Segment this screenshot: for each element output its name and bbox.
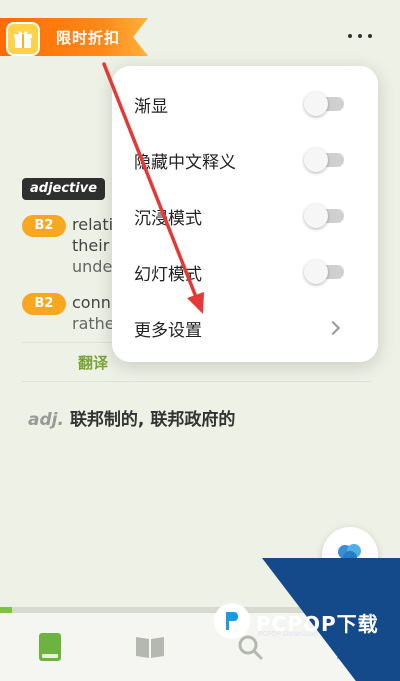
fade-in-toggle[interactable] [304,92,344,116]
promo-label: 限时折扣 [56,29,121,47]
options-menu: 渐显 隐藏中文释义 沉浸模式 幻灯模式 更多设置 [112,66,378,362]
chinese-meaning: adj. 联邦制的, 联邦政府的 [28,405,235,430]
menu-item-label: 隐藏中文释义 [134,152,236,173]
slideshow-toggle[interactable] [304,260,344,284]
meaning-text: 联邦制的, 联邦政府的 [69,410,236,430]
more-options-icon[interactable] [348,28,372,44]
promo-ribbon[interactable]: 限时折扣 [0,18,148,56]
menu-item-label: 沉浸模式 [134,208,202,229]
nav-item-library[interactable] [128,625,172,669]
immersive-toggle[interactable] [304,204,344,228]
level-badge: B2 [22,215,66,237]
tab-translation[interactable]: 翻译 [78,352,108,373]
watermark-logo-icon [214,603,250,639]
part-of-speech-tag: adjective [22,178,106,200]
menu-item-label: 幻灯模式 [134,264,202,285]
menu-item-more-settings[interactable]: 更多设置 [112,300,378,356]
menu-item-label: 渐显 [134,96,168,117]
menu-item-slideshow[interactable]: 幻灯模式 [112,244,378,300]
open-book-icon [136,637,164,658]
chevron-right-icon [325,320,341,336]
menu-item-fade-in[interactable]: 渐显 [112,76,378,132]
nav-item-vocab[interactable] [28,625,72,669]
menu-item-immersive[interactable]: 沉浸模式 [112,188,378,244]
menu-item-label: 更多设置 [134,320,202,341]
gift-icon [6,22,40,56]
level-badge: B2 [22,293,66,315]
book-icon [39,633,61,661]
watermark-subtext: PCPOP Download [258,630,319,638]
menu-item-hide-chinese[interactable]: 隐藏中文释义 [112,132,378,188]
hide-chinese-toggle[interactable] [304,148,344,172]
meaning-pos: adj. [28,410,64,430]
